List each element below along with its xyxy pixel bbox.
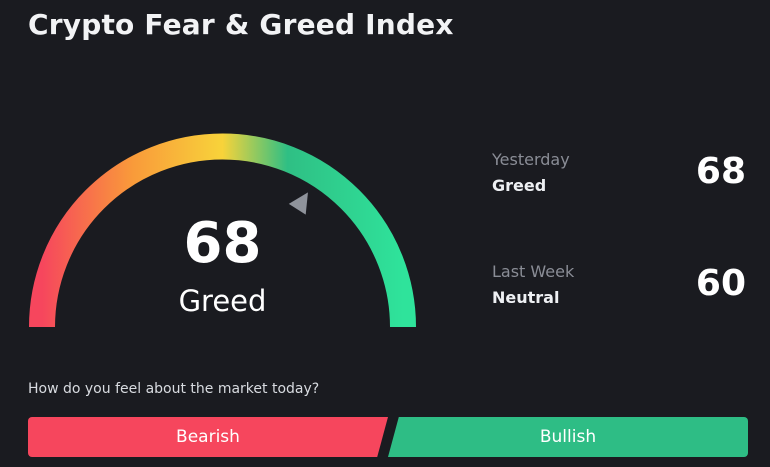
gauge-indicator [288, 192, 308, 215]
history-value: 60 [695, 263, 746, 304]
fear-greed-gauge: 68 Greed [20, 120, 425, 335]
history-yesterday: Yesterday Greed 68 [492, 150, 750, 206]
poll-question: How do you feel about the market today? [28, 381, 320, 397]
bearish-button[interactable]: Bearish [28, 417, 388, 457]
history-sentiment-label: Greed [492, 176, 547, 195]
page-title: Crypto Fear & Greed Index [28, 8, 454, 41]
history-last-week: Last Week Neutral 60 [492, 262, 750, 318]
gauge-value: 68 [183, 211, 262, 276]
gauge-sentiment-label: Greed [178, 284, 267, 318]
history-period-label: Yesterday [492, 150, 570, 169]
bullish-button[interactable]: Bullish [388, 417, 748, 457]
vote-buttons: Bearish Bullish [28, 417, 748, 457]
history-sentiment-label: Neutral [492, 288, 560, 307]
history-value: 68 [695, 151, 746, 192]
history-period-label: Last Week [492, 262, 575, 281]
